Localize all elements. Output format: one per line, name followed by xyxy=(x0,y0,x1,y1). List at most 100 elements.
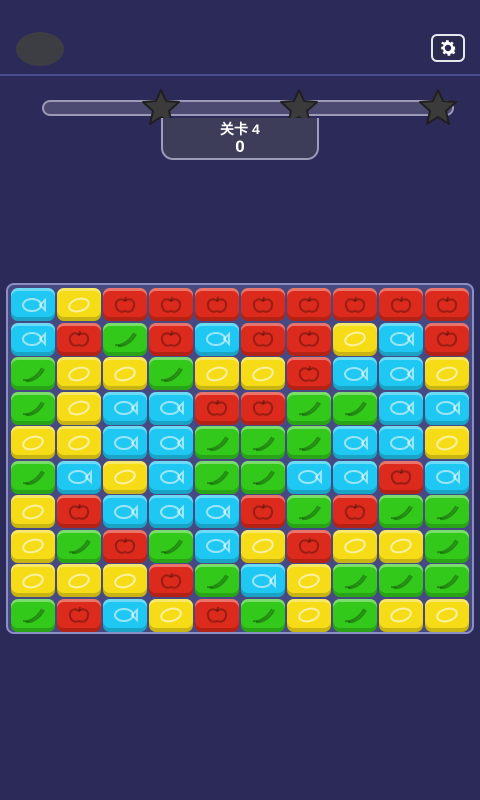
tile-green[interactable] xyxy=(425,495,469,528)
tile-red[interactable] xyxy=(287,322,331,356)
tile-blue[interactable] xyxy=(333,460,377,494)
tile-blue[interactable] xyxy=(379,391,423,425)
tile-blue[interactable] xyxy=(241,564,285,597)
tile-green[interactable] xyxy=(11,357,55,390)
tile-red[interactable] xyxy=(241,391,285,425)
tile-yellow[interactable] xyxy=(379,598,423,632)
tile-blue[interactable] xyxy=(425,391,469,425)
tile-blue[interactable] xyxy=(103,495,147,528)
tile-red[interactable] xyxy=(103,288,147,321)
avatar[interactable] xyxy=(16,32,64,66)
tile-red[interactable] xyxy=(195,391,239,425)
tile-red[interactable] xyxy=(425,322,469,356)
tile-yellow[interactable] xyxy=(103,564,147,597)
tile-yellow[interactable] xyxy=(425,357,469,390)
tile-green[interactable] xyxy=(241,426,285,459)
tile-yellow[interactable] xyxy=(103,357,147,390)
tile-red[interactable] xyxy=(241,288,285,321)
tile-blue[interactable] xyxy=(425,460,469,494)
tile-red[interactable] xyxy=(149,322,193,356)
tile-green[interactable] xyxy=(287,495,331,528)
tile-red[interactable] xyxy=(287,529,331,563)
tile-red[interactable] xyxy=(333,288,377,321)
tile-blue[interactable] xyxy=(333,357,377,390)
tile-red[interactable] xyxy=(149,288,193,321)
tile-yellow[interactable] xyxy=(333,529,377,563)
tile-green[interactable] xyxy=(11,391,55,425)
tile-red[interactable] xyxy=(57,495,101,528)
tile-green[interactable] xyxy=(149,529,193,563)
tile-green[interactable] xyxy=(195,564,239,597)
tile-green[interactable] xyxy=(333,564,377,597)
tile-green[interactable] xyxy=(149,357,193,390)
tile-red[interactable] xyxy=(195,288,239,321)
tile-red[interactable] xyxy=(241,495,285,528)
tile-blue[interactable] xyxy=(103,426,147,459)
tile-green[interactable] xyxy=(241,460,285,494)
tile-yellow[interactable] xyxy=(57,288,101,321)
tile-yellow[interactable] xyxy=(287,564,331,597)
tile-red[interactable] xyxy=(333,495,377,528)
tile-yellow[interactable] xyxy=(11,426,55,459)
tile-yellow[interactable] xyxy=(425,598,469,632)
tile-yellow[interactable] xyxy=(103,460,147,494)
tile-blue[interactable] xyxy=(333,426,377,459)
settings-button[interactable] xyxy=(431,34,465,62)
tile-yellow[interactable] xyxy=(241,529,285,563)
tile-yellow[interactable] xyxy=(57,564,101,597)
tile-yellow[interactable] xyxy=(195,357,239,390)
tile-green[interactable] xyxy=(57,529,101,563)
tile-green[interactable] xyxy=(103,322,147,356)
tile-blue[interactable] xyxy=(195,529,239,563)
tile-yellow[interactable] xyxy=(241,357,285,390)
tile-yellow[interactable] xyxy=(333,322,377,356)
tile-yellow[interactable] xyxy=(57,357,101,390)
tile-green[interactable] xyxy=(425,529,469,563)
tile-green[interactable] xyxy=(241,598,285,632)
tile-blue[interactable] xyxy=(11,322,55,356)
tile-blue[interactable] xyxy=(103,391,147,425)
tile-red[interactable] xyxy=(379,288,423,321)
tile-green[interactable] xyxy=(379,564,423,597)
tile-yellow[interactable] xyxy=(287,598,331,632)
tile-blue[interactable] xyxy=(149,460,193,494)
tile-blue[interactable] xyxy=(195,322,239,356)
tile-green[interactable] xyxy=(195,426,239,459)
tile-yellow[interactable] xyxy=(11,529,55,563)
tile-blue[interactable] xyxy=(11,288,55,321)
tile-green[interactable] xyxy=(11,598,55,632)
tile-red[interactable] xyxy=(103,529,147,563)
tile-green[interactable] xyxy=(379,495,423,528)
tile-green[interactable] xyxy=(333,598,377,632)
tile-blue[interactable] xyxy=(379,322,423,356)
tile-red[interactable] xyxy=(287,288,331,321)
tile-red[interactable] xyxy=(287,357,331,390)
tile-red[interactable] xyxy=(57,322,101,356)
tile-blue[interactable] xyxy=(379,426,423,459)
tile-yellow[interactable] xyxy=(379,529,423,563)
tile-yellow[interactable] xyxy=(425,426,469,459)
tile-blue[interactable] xyxy=(103,598,147,632)
tile-red[interactable] xyxy=(195,598,239,632)
tile-blue[interactable] xyxy=(195,495,239,528)
tile-green[interactable] xyxy=(287,391,331,425)
tile-yellow[interactable] xyxy=(11,495,55,528)
tile-yellow[interactable] xyxy=(57,426,101,459)
tile-blue[interactable] xyxy=(57,460,101,494)
tile-green[interactable] xyxy=(195,460,239,494)
tile-blue[interactable] xyxy=(149,495,193,528)
tile-red[interactable] xyxy=(241,322,285,356)
tile-red[interactable] xyxy=(425,288,469,321)
tile-green[interactable] xyxy=(425,564,469,597)
tile-green[interactable] xyxy=(287,426,331,459)
tile-yellow[interactable] xyxy=(149,598,193,632)
tile-green[interactable] xyxy=(333,391,377,425)
tile-blue[interactable] xyxy=(379,357,423,390)
tile-blue[interactable] xyxy=(149,426,193,459)
tile-blue[interactable] xyxy=(287,460,331,494)
tile-blue[interactable] xyxy=(149,391,193,425)
tile-yellow[interactable] xyxy=(11,564,55,597)
tile-green[interactable] xyxy=(11,460,55,494)
tile-red[interactable] xyxy=(379,460,423,494)
tile-red[interactable] xyxy=(149,564,193,597)
